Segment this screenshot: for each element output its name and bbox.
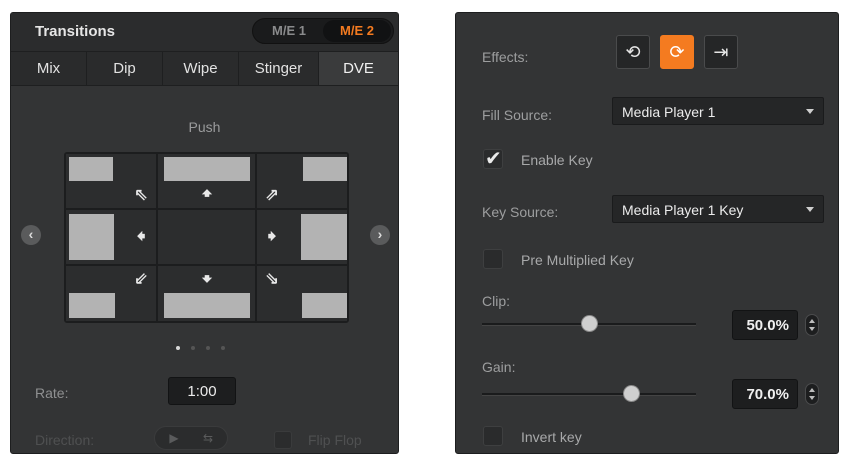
tab-mix[interactable]: Mix xyxy=(11,52,87,85)
arrow-left-icon: 🠸 xyxy=(136,227,146,246)
enable-key-checkbox[interactable]: ✔ xyxy=(483,148,503,170)
gain-value-input[interactable]: 70.0% xyxy=(732,379,798,409)
play-icon[interactable]: ▶ xyxy=(158,429,190,447)
push-bottom[interactable]: 🠻 xyxy=(157,265,256,322)
clip-slider-thumb[interactable] xyxy=(580,315,598,332)
preview-rect xyxy=(302,293,347,318)
arrow-down-right-icon: ⇘ xyxy=(264,269,280,288)
loop-icon[interactable]: ⇆ xyxy=(192,429,224,447)
arrow-down-icon: 🠻 xyxy=(201,270,213,289)
page-dot[interactable] xyxy=(221,346,225,350)
push-right[interactable]: 🠺 xyxy=(256,209,348,265)
caret-down-icon xyxy=(806,109,814,114)
push-top-right[interactable]: ⇗ xyxy=(256,153,348,209)
direction-switch[interactable]: ▶ ⇆ xyxy=(154,426,228,450)
transitions-panel: Transitions M/E 1 M/E 2 Mix Dip Wipe Sti… xyxy=(10,12,399,454)
rate-label: Rate: xyxy=(35,385,69,401)
caret-down-icon xyxy=(806,207,814,212)
dve-style-name: Push xyxy=(188,119,221,135)
fill-source-label: Fill Source: xyxy=(482,107,553,123)
arrow-up-icon: 🠹 xyxy=(201,184,213,203)
rate-input[interactable]: 1:00 xyxy=(168,377,236,405)
key-source-label: Key Source: xyxy=(482,204,559,220)
pre-multiplied-label: Pre Multiplied Key xyxy=(521,252,634,268)
arrow-up-right-icon: ⇗ xyxy=(264,185,280,204)
transitions-header: Transitions M/E 1 M/E 2 xyxy=(11,13,398,52)
checkmark-icon: ✔ xyxy=(485,148,502,170)
push-bottom-right[interactable]: ⇘ xyxy=(256,265,348,322)
preview-rect xyxy=(164,157,250,181)
rotate-ccw-icon[interactable]: ⟲ xyxy=(616,35,650,69)
invert-key-checkbox[interactable] xyxy=(483,426,503,446)
gain-stepper[interactable] xyxy=(805,383,819,405)
me-switch: M/E 1 M/E 2 xyxy=(252,18,394,44)
arrow-up-left-icon: ⇖ xyxy=(133,185,149,204)
key-source-value: Media Player 1 Key xyxy=(622,202,744,218)
preview-rect xyxy=(164,293,250,318)
tab-wipe[interactable]: Wipe xyxy=(163,52,239,85)
page-dot[interactable] xyxy=(176,346,180,350)
clip-label: Clip: xyxy=(482,293,511,309)
push-bottom-left[interactable]: ⇙ xyxy=(65,265,157,322)
push-top-left[interactable]: ⇖ xyxy=(65,153,157,209)
chevron-right-icon[interactable]: › xyxy=(370,225,390,245)
preview-rect xyxy=(303,157,347,181)
direction-grid: ⇖ 🠹 ⇗ 🠸 🠺 ⇙ 🠻 ⇘ xyxy=(64,152,349,323)
enable-key-label: Enable Key xyxy=(521,152,593,168)
fill-source-value: Media Player 1 xyxy=(622,104,716,120)
clip-stepper[interactable] xyxy=(805,314,819,336)
pre-multiplied-checkbox[interactable] xyxy=(483,249,503,269)
tab-dip[interactable]: Dip xyxy=(87,52,163,85)
push-top[interactable]: 🠹 xyxy=(157,153,256,209)
tab-stinger[interactable]: Stinger xyxy=(239,52,319,85)
tab-dve[interactable]: DVE xyxy=(319,52,398,85)
me2-button[interactable]: M/E 2 xyxy=(323,20,391,42)
me1-button[interactable]: M/E 1 xyxy=(255,20,323,42)
effects-label: Effects: xyxy=(482,49,529,65)
arrow-right-icon: 🠺 xyxy=(267,227,277,246)
key-source-select[interactable]: Media Player 1 Key xyxy=(612,195,824,223)
push-left[interactable]: 🠸 xyxy=(65,209,157,265)
rotate-cw-icon[interactable]: ⟳ xyxy=(660,35,694,69)
fill-source-select[interactable]: Media Player 1 xyxy=(612,97,824,125)
gain-slider[interactable] xyxy=(482,393,696,396)
push-center xyxy=(157,209,256,265)
page-dot[interactable] xyxy=(206,346,210,350)
key-settings-panel: Effects: ⟲ ⟳ ⇥ Fill Source: Media Player… xyxy=(455,12,839,454)
preview-rect xyxy=(69,214,114,260)
preview-rect xyxy=(69,293,115,318)
arrow-to-end-icon[interactable]: ⇥ xyxy=(704,35,738,69)
panel-title: Transitions xyxy=(35,23,116,40)
page-dot[interactable] xyxy=(191,346,195,350)
clip-value-input[interactable]: 50.0% xyxy=(732,310,798,340)
chevron-left-icon[interactable]: ‹ xyxy=(21,225,41,245)
invert-key-label: Invert key xyxy=(521,429,582,445)
arrow-down-left-icon: ⇙ xyxy=(133,269,149,288)
gain-slider-thumb[interactable] xyxy=(623,385,641,402)
flip-flop-label: Flip Flop xyxy=(308,432,362,448)
gain-label: Gain: xyxy=(482,359,516,375)
preview-rect xyxy=(69,157,113,181)
transition-tabs: Mix Dip Wipe Stinger DVE xyxy=(11,52,398,86)
direction-label: Direction: xyxy=(35,432,95,448)
preview-rect xyxy=(301,214,347,260)
flip-flop-checkbox[interactable] xyxy=(274,431,292,449)
